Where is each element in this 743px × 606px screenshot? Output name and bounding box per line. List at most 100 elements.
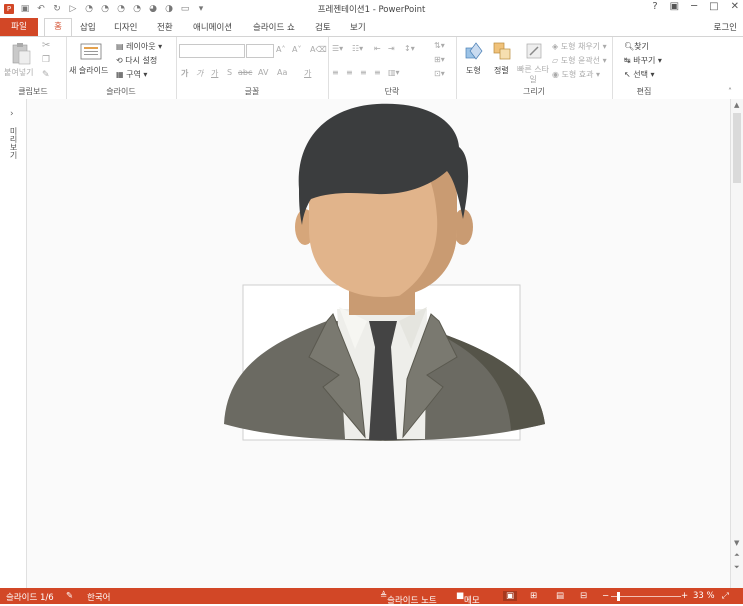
- increase-indent-icon[interactable]: ⇥: [388, 44, 395, 53]
- replace-button[interactable]: ↹ 바꾸기 ▾: [624, 55, 662, 66]
- arrange-icon[interactable]: [492, 41, 512, 61]
- zoom-out-icon[interactable]: −: [602, 591, 609, 601]
- tab-design[interactable]: 디자인: [114, 21, 137, 33]
- shape-effects-button[interactable]: ◉ 도형 효과 ▾: [552, 69, 600, 80]
- comments-button[interactable]: ■ 메모: [456, 591, 480, 606]
- spellcheck-icon[interactable]: ✎: [66, 591, 73, 601]
- justify-icon[interactable]: ≡: [374, 68, 381, 77]
- minimize-button[interactable]: ─: [691, 1, 697, 12]
- group-slides: 새 슬라이드 ▤ 레이아웃 ▾ ⟲ 다시 설정 ▦ 구역 ▾ 슬라이드: [66, 37, 177, 99]
- zoom-slider-thumb[interactable]: [617, 592, 620, 601]
- underline-button[interactable]: 가: [211, 68, 218, 79]
- paste-icon[interactable]: [10, 41, 32, 65]
- font-size-combo[interactable]: [246, 44, 274, 58]
- help-button[interactable]: ?: [652, 1, 657, 12]
- shrink-font-icon[interactable]: A˅: [292, 45, 301, 54]
- align-center-icon[interactable]: ≡: [346, 68, 353, 77]
- shape-outline-button[interactable]: ▱ 도형 윤곽선 ▾: [552, 55, 607, 66]
- scroll-up-icon[interactable]: ▲: [734, 101, 739, 109]
- zoom-slider-track[interactable]: [611, 596, 681, 597]
- reset-button[interactable]: ⟲ 다시 설정: [116, 55, 157, 66]
- login-link[interactable]: 로그인: [714, 21, 737, 33]
- italic-button[interactable]: 가: [196, 68, 203, 79]
- format-painter-icon[interactable]: ✎: [42, 70, 50, 80]
- slide-canvas[interactable]: [27, 99, 730, 588]
- strikethrough-button[interactable]: abc: [238, 68, 252, 77]
- line-spacing-icon[interactable]: ↕▾: [404, 44, 415, 53]
- section-button[interactable]: ▦ 구역 ▾: [116, 69, 147, 80]
- slide-sorter-icon[interactable]: ⊞: [530, 591, 537, 601]
- slideshow-view-icon[interactable]: ⊟: [580, 591, 587, 601]
- zoom-level[interactable]: 33 %: [693, 591, 715, 601]
- tab-home[interactable]: 홈: [44, 18, 72, 36]
- smartart-icon[interactable]: ⊡▾: [434, 69, 445, 78]
- find-button[interactable]: 🔍︎찾기: [624, 41, 649, 52]
- select-button[interactable]: ↖ 선택 ▾: [624, 69, 655, 80]
- slide-illustration[interactable]: [27, 99, 730, 588]
- shadow-button[interactable]: S: [227, 68, 232, 77]
- normal-view-icon[interactable]: ▣: [503, 591, 518, 601]
- scroll-thumb[interactable]: [733, 113, 741, 183]
- shapes-icon[interactable]: [464, 41, 484, 61]
- change-case-button[interactable]: Aa: [277, 68, 287, 77]
- text-direction-icon[interactable]: ⇅▾: [434, 41, 445, 50]
- font-group-label: 글꼴: [244, 87, 260, 96]
- slide-counter: 슬라이드 1/6: [6, 593, 54, 603]
- align-left-icon[interactable]: ≡: [332, 68, 339, 77]
- cut-icon[interactable]: ✂: [42, 40, 50, 51]
- font-color-button[interactable]: 가: [304, 68, 311, 79]
- thumbnails-label: 미리보기: [9, 127, 18, 159]
- title-bar: P ▣ ↶ ↻ ▷ ◔ ◔ ◔ ◔ ◕ ◑ ▭ ▾ 프레젠테이션1 - Powe…: [0, 0, 743, 18]
- maximize-button[interactable]: □: [709, 1, 718, 12]
- tab-file[interactable]: 파일: [0, 18, 38, 36]
- scroll-down-icon[interactable]: ▼: [734, 539, 739, 547]
- tab-insert[interactable]: 삽입: [80, 21, 96, 33]
- language-indicator[interactable]: 한국어: [87, 591, 110, 603]
- bullets-icon[interactable]: ☰▾: [332, 44, 343, 53]
- group-font: A˄ A˅ A⌫ 가 가 가 S abc AV Aa 가 글꼴: [176, 37, 329, 99]
- copy-icon[interactable]: ❐: [42, 55, 50, 65]
- ribbon-display-icon[interactable]: ▣: [670, 1, 679, 12]
- notes-button[interactable]: ≜ 슬라이드 노트: [380, 591, 437, 606]
- replace-label: 바꾸기: [633, 56, 656, 65]
- tab-animations[interactable]: 애니메이션: [193, 21, 232, 33]
- shapes-label[interactable]: 도형: [466, 65, 481, 76]
- fit-to-window-icon[interactable]: ⤢: [722, 591, 729, 601]
- new-slide-icon[interactable]: [80, 42, 102, 62]
- tab-view[interactable]: 보기: [350, 21, 366, 33]
- decrease-indent-icon[interactable]: ⇤: [374, 44, 381, 53]
- grow-font-icon[interactable]: A˄: [276, 45, 285, 54]
- expand-panel-icon[interactable]: ›: [10, 109, 14, 119]
- layout-label: 레이아웃: [126, 42, 156, 51]
- layout-button[interactable]: ▤ 레이아웃 ▾: [116, 41, 162, 52]
- numbering-icon[interactable]: ☷▾: [352, 44, 363, 53]
- align-text-icon[interactable]: ⊞▾: [434, 55, 445, 64]
- tab-review[interactable]: 검토: [315, 21, 331, 33]
- bold-button[interactable]: 가: [181, 68, 188, 79]
- char-spacing-button[interactable]: AV: [258, 68, 268, 77]
- new-slide-label[interactable]: 새 슬라이드: [69, 65, 108, 76]
- reading-view-icon[interactable]: ▤: [556, 591, 564, 601]
- next-slide-icon[interactable]: ⏷: [734, 563, 740, 572]
- ribbon-tabs: 파일 홈 삽입 디자인 전환 애니메이션 슬라이드 쇼 검토 보기 로그인: [0, 18, 743, 36]
- tab-slideshow[interactable]: 슬라이드 쇼: [253, 21, 295, 33]
- arrange-label[interactable]: 정렬: [494, 65, 509, 76]
- shape-fill-button[interactable]: ◈ 도형 채우기 ▾: [552, 41, 607, 52]
- editing-group-label: 편집: [636, 87, 652, 96]
- align-right-icon[interactable]: ≡: [360, 68, 367, 77]
- quick-styles-icon[interactable]: [524, 41, 544, 61]
- quick-styles-label[interactable]: 빠른 스타일: [516, 65, 550, 85]
- thumbnail-panel-collapsed[interactable]: › 미리보기: [0, 99, 27, 588]
- vertical-scrollbar[interactable]: ▲ ▼ ⏶ ⏷: [730, 99, 743, 588]
- font-name-combo[interactable]: [179, 44, 245, 58]
- group-clipboard: 붙여넣기 ✂ ❐ ✎ 클립보드: [0, 37, 67, 99]
- collapse-ribbon-icon[interactable]: ˄: [728, 87, 732, 96]
- columns-icon[interactable]: ▥▾: [388, 68, 400, 77]
- close-button[interactable]: ✕: [731, 1, 739, 12]
- clear-format-icon[interactable]: A⌫: [310, 45, 327, 54]
- status-bar: 슬라이드 1/6 ✎ 한국어 ≜ 슬라이드 노트 ■ 메모 ▣ ⊞ ▤ ⊟ − …: [0, 588, 743, 606]
- tab-transitions[interactable]: 전환: [157, 21, 173, 33]
- zoom-in-icon[interactable]: +: [681, 591, 688, 601]
- prev-slide-icon[interactable]: ⏶: [734, 551, 740, 560]
- paste-label[interactable]: 붙여넣기: [4, 67, 33, 78]
